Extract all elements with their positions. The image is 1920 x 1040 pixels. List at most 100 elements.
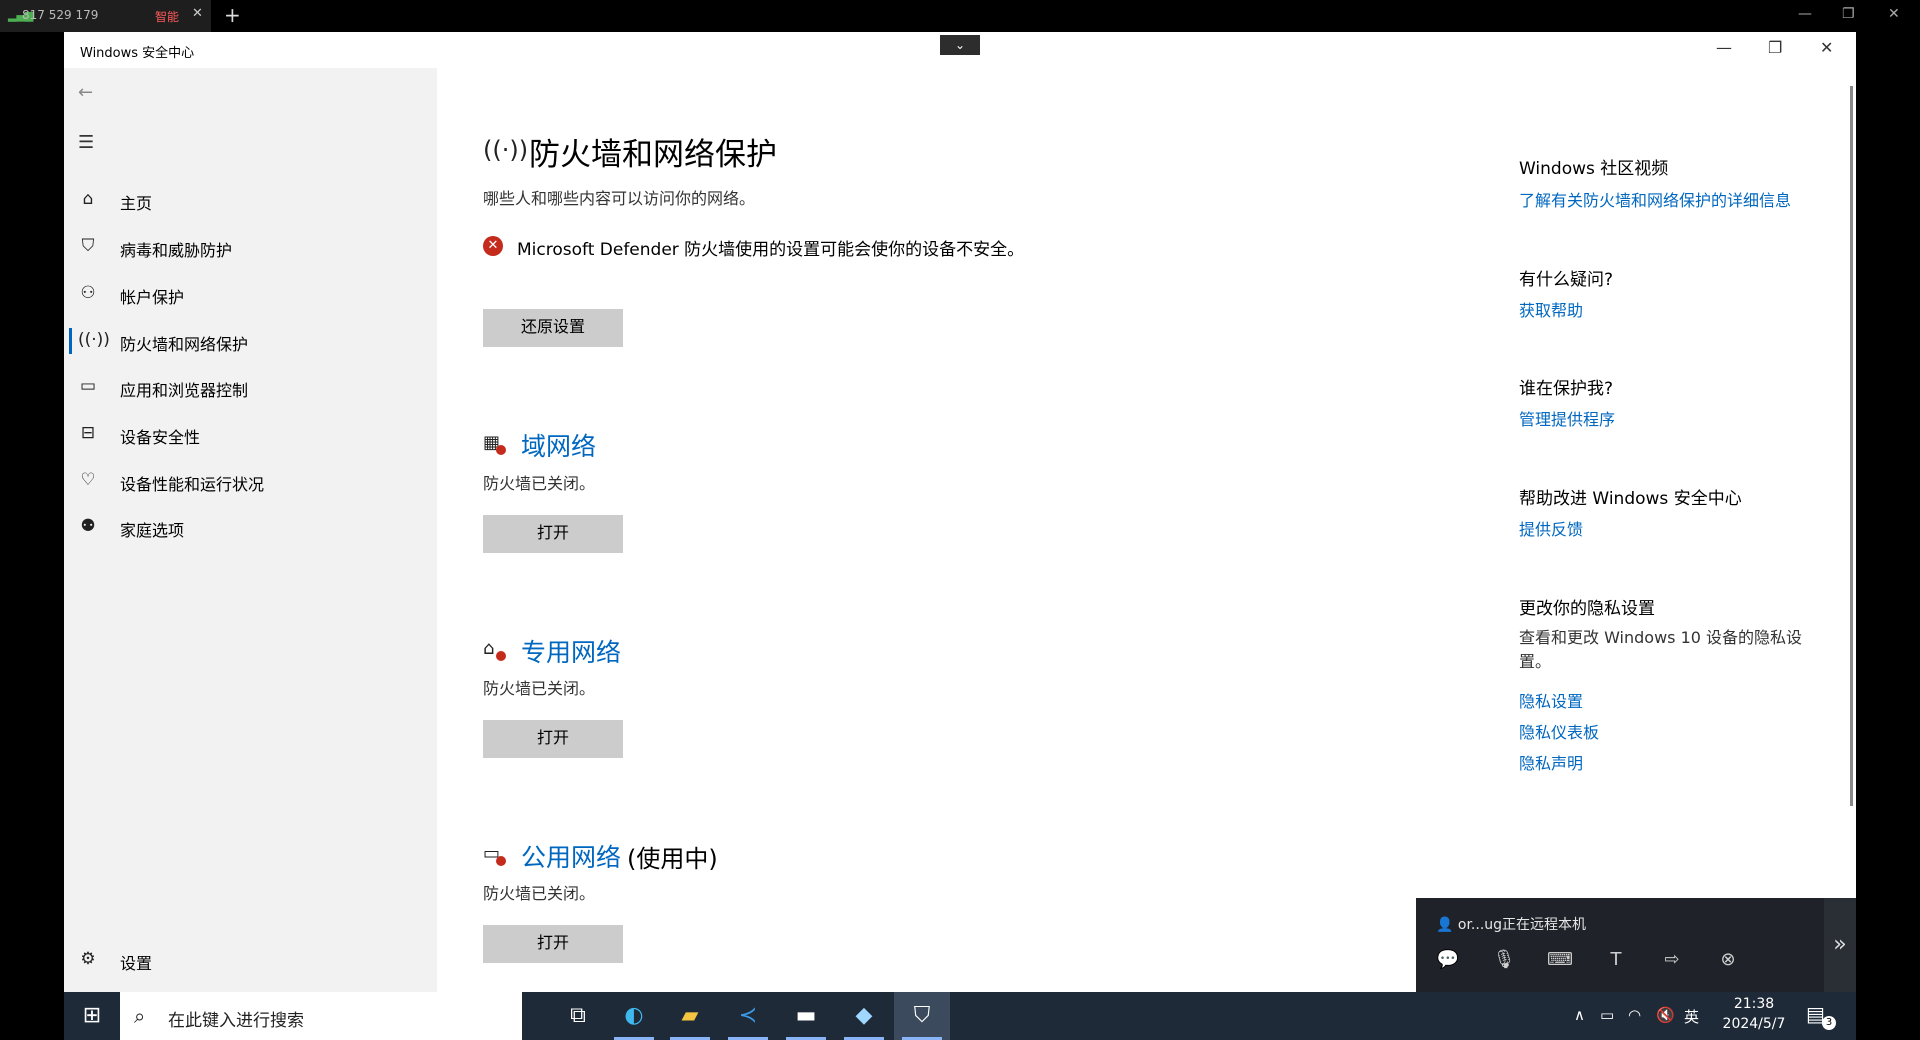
disconnect-icon[interactable]: ⊗ bbox=[1714, 946, 1742, 974]
sidebar-item-settings[interactable]: ⚙ 设置 bbox=[64, 941, 437, 979]
give-feedback-link[interactable]: 提供反馈 bbox=[1519, 516, 1583, 540]
sidebar-item-device-health[interactable]: ♡ 设备性能和运行状况 bbox=[64, 462, 437, 500]
volume-muted-icon[interactable]: 🔇 bbox=[1656, 1006, 1675, 1024]
privacy-heading: 更改你的隐私设置 bbox=[1519, 599, 1655, 619]
privacy-statement-link[interactable]: 隐私声明 bbox=[1519, 750, 1583, 774]
window-title: Windows 安全中心 bbox=[80, 46, 195, 61]
remote-session-id: 817 529 179 bbox=[22, 8, 99, 22]
public-network-icon: ▭ bbox=[483, 843, 507, 867]
private-network-icon: ⌂ bbox=[483, 638, 507, 662]
rd-restore-icon[interactable]: ❐ bbox=[1842, 6, 1855, 22]
terminal-icon[interactable]: ▬ bbox=[778, 992, 834, 1040]
remote-status-text: 👤 or...ug正在远程本机 bbox=[1436, 917, 1587, 933]
community-videos-heading: Windows 社区视频 bbox=[1519, 159, 1669, 179]
remote-app-icon[interactable]: ◆ bbox=[836, 992, 892, 1040]
privacy-dashboard-link[interactable]: 隐私仪表板 bbox=[1519, 719, 1599, 743]
private-network-link[interactable]: 专用网络 bbox=[521, 633, 621, 669]
restore-button[interactable]: ❐ bbox=[1768, 38, 1782, 57]
back-arrow-icon[interactable]: ← bbox=[78, 82, 93, 103]
improve-heading: 帮助改进 Windows 安全中心 bbox=[1519, 489, 1742, 509]
expand-icon[interactable]: » bbox=[1824, 898, 1856, 992]
sidebar-item-app-browser-control[interactable]: ▭ 应用和浏览器控制 bbox=[64, 368, 437, 406]
minimize-button[interactable]: — bbox=[1716, 38, 1732, 57]
heart-icon: ♡ bbox=[80, 470, 96, 490]
taskbar-search-box[interactable]: ⌕ 在此键入进行搜索 bbox=[120, 992, 522, 1040]
sidebar-item-family-options[interactable]: ⚉ 家庭选项 bbox=[64, 508, 437, 546]
battery-icon[interactable]: ▭ bbox=[1600, 1006, 1614, 1024]
network-icon[interactable]: ◠ bbox=[1628, 1006, 1641, 1024]
public-network-link[interactable]: 公用网络 bbox=[521, 838, 621, 874]
chevron-up-icon[interactable]: ∧ bbox=[1574, 1006, 1585, 1024]
family-icon: ⚉ bbox=[80, 516, 96, 536]
clock-date[interactable]: 2024/5/7 bbox=[1716, 1016, 1792, 1032]
rd-close-icon[interactable]: ✕ bbox=[1888, 6, 1900, 22]
sidebar-item-label: 病毒和威胁防护 bbox=[120, 241, 233, 260]
sidebar-item-label: 应用和浏览器控制 bbox=[120, 381, 249, 400]
file-transfer-icon[interactable]: ⇨ bbox=[1658, 946, 1686, 974]
antenna-icon: ((·)) bbox=[483, 136, 529, 164]
remote-control-popup: 👤 or...ug正在远程本机 💬 🎙 ⌨ T ⇨ ⊗ » bbox=[1416, 898, 1856, 992]
sidebar-item-label: 防火墙和网络保护 bbox=[120, 335, 249, 354]
clock-time[interactable]: 21:38 bbox=[1716, 996, 1792, 1012]
error-icon: ✕ bbox=[483, 236, 503, 256]
sidebar-item-label: 主页 bbox=[120, 194, 153, 213]
domain-network-status: 防火墙已关闭。 bbox=[483, 474, 596, 493]
chat-icon[interactable]: 💬 bbox=[1434, 946, 1462, 974]
sidebar-item-label: 设备性能和运行状况 bbox=[120, 475, 265, 494]
windows-security-taskbar-icon[interactable]: ⛉ bbox=[894, 992, 950, 1040]
notification-count-badge: 3 bbox=[1822, 1016, 1836, 1030]
task-view-icon[interactable]: ⧉ bbox=[550, 992, 606, 1040]
domain-network-link[interactable]: 域网络 bbox=[521, 427, 596, 463]
private-network-turn-on-button[interactable]: 打开 bbox=[483, 720, 623, 758]
questions-heading: 有什么疑问? bbox=[1519, 270, 1614, 290]
close-button[interactable]: ✕ bbox=[1820, 38, 1833, 57]
add-tab-icon[interactable]: + bbox=[224, 3, 241, 27]
close-tab-icon[interactable]: ✕ bbox=[192, 6, 203, 21]
private-network-status: 防火墙已关闭。 bbox=[483, 679, 596, 698]
sidebar: ← ☰ ⌂ 主页 ⛉ 病毒和威胁防护 ⚇ 帐户保护 ((·)) 防火墙和网络保护… bbox=[64, 68, 437, 992]
restore-settings-button[interactable]: 还原设置 bbox=[483, 309, 623, 347]
domain-network-turn-on-button[interactable]: 打开 bbox=[483, 515, 623, 553]
learn-more-link[interactable]: 了解有关防火墙和网络保护的详细信息 bbox=[1519, 187, 1791, 211]
shield-icon: ⛉ bbox=[81, 236, 95, 256]
hamburger-menu-icon[interactable]: ☰ bbox=[78, 132, 94, 153]
text-icon[interactable]: T bbox=[1602, 946, 1630, 974]
keyboard-icon[interactable]: ⌨ bbox=[1546, 946, 1574, 974]
title-bar: Windows 安全中心 ⌄ — ❐ ✕ bbox=[64, 32, 1856, 68]
scrollbar[interactable] bbox=[1850, 86, 1853, 806]
remote-session-tab[interactable]: ▂▄▆ 817 529 179 智能 ✕ bbox=[0, 0, 211, 32]
public-network-turn-on-button[interactable]: 打开 bbox=[483, 925, 623, 963]
windows-start-icon[interactable]: ⊞ bbox=[64, 992, 120, 1040]
microphone-icon[interactable]: 🎙 bbox=[1490, 946, 1518, 974]
input-method-indicator[interactable]: 英 bbox=[1684, 1006, 1699, 1027]
sidebar-item-firewall[interactable]: ((·)) 防火墙和网络保护 bbox=[64, 322, 437, 360]
sidebar-item-label: 设备安全性 bbox=[120, 428, 201, 447]
get-help-link[interactable]: 获取帮助 bbox=[1519, 297, 1583, 321]
rd-minimize-icon[interactable]: — bbox=[1798, 6, 1812, 22]
sidebar-item-label: 家庭选项 bbox=[120, 521, 185, 540]
privacy-settings-link[interactable]: 隐私设置 bbox=[1519, 688, 1583, 712]
remote-mode-label: 智能 bbox=[155, 10, 180, 24]
sidebar-item-account-protection[interactable]: ⚇ 帐户保护 bbox=[64, 275, 437, 313]
edge-browser-icon[interactable]: ◐ bbox=[606, 992, 662, 1040]
page-subtitle: 哪些人和哪些内容可以访问你的网络。 bbox=[483, 189, 756, 208]
chevron-down-icon[interactable]: ⌄ bbox=[940, 35, 980, 55]
public-network-status: 防火墙已关闭。 bbox=[483, 884, 596, 903]
file-explorer-icon[interactable]: ▰ bbox=[662, 992, 718, 1040]
sidebar-item-device-security[interactable]: ⊟ 设备安全性 bbox=[64, 415, 437, 453]
firewall-warning-text: Microsoft Defender 防火墙使用的设置可能会使你的设备不安全。 bbox=[517, 240, 1025, 260]
sidebar-item-virus-protection[interactable]: ⛉ 病毒和威胁防护 bbox=[64, 228, 437, 266]
sidebar-item-label: 设置 bbox=[120, 954, 153, 973]
privacy-description: 查看和更改 Windows 10 设备的隐私设置。 bbox=[1519, 628, 1803, 671]
public-network-in-use-label: (使用中) bbox=[627, 845, 718, 873]
laptop-icon: ⊟ bbox=[80, 423, 96, 443]
sidebar-item-label: 帐户保护 bbox=[120, 288, 185, 307]
search-placeholder: 在此键入进行搜索 bbox=[168, 1011, 304, 1031]
antenna-icon: ((·)) bbox=[78, 330, 110, 350]
windows-security-window: Windows 安全中心 ⌄ — ❐ ✕ ← ☰ ⌂ 主页 ⛉ 病毒和威胁防护 … bbox=[64, 32, 1856, 992]
page-title: 防火墙和网络保护 bbox=[529, 137, 777, 173]
sidebar-item-home[interactable]: ⌂ 主页 bbox=[64, 181, 437, 219]
manage-providers-link[interactable]: 管理提供程序 bbox=[1519, 406, 1615, 430]
browser-window-icon: ▭ bbox=[79, 376, 97, 396]
vscode-icon[interactable]: ≺ bbox=[720, 992, 776, 1040]
